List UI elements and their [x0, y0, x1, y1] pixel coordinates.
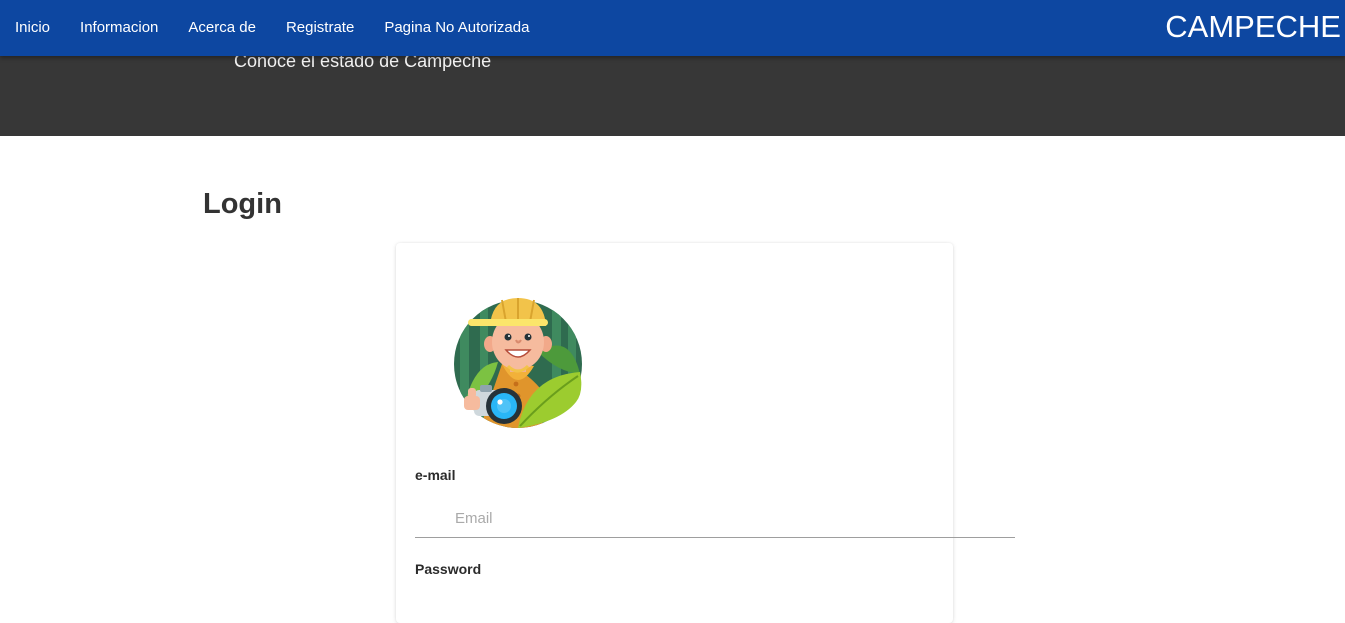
explorer-avatar-icon	[454, 298, 582, 428]
hero-banner: Conoce el estado de Campeche	[0, 56, 1345, 136]
nav-link-inicio[interactable]: Inicio	[0, 0, 65, 56]
page-title: Login	[203, 188, 282, 220]
hero-subtitle: Conoce el estado de Campeche	[234, 56, 492, 71]
brand-logo-text[interactable]: CAMPECHE	[1165, 0, 1341, 56]
nav-links: Inicio Informacion Acerca de Registrate …	[0, 0, 544, 56]
top-navbar: Inicio Informacion Acerca de Registrate …	[0, 0, 1345, 56]
email-label: e-mail	[415, 467, 456, 483]
nav-link-acerca-de[interactable]: Acerca de	[173, 0, 271, 56]
nav-link-pagina-no-autorizada[interactable]: Pagina No Autorizada	[369, 0, 544, 56]
nav-link-registrate[interactable]: Registrate	[271, 0, 369, 56]
nav-link-informacion[interactable]: Informacion	[65, 0, 173, 56]
password-label: Password	[415, 561, 482, 577]
email-input[interactable]	[415, 500, 1015, 538]
